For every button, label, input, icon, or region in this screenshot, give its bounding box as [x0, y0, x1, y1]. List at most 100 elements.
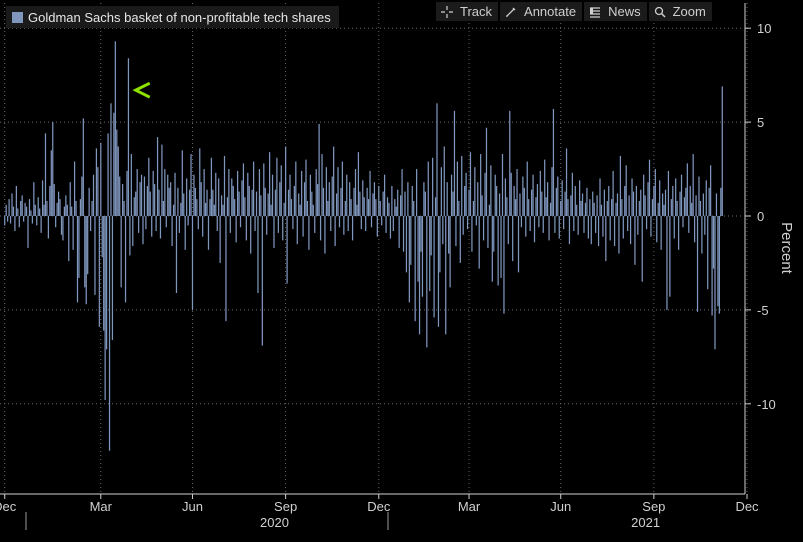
bar: [73, 161, 76, 216]
bar: [469, 152, 472, 216]
bar: [656, 216, 658, 243]
bar: [359, 191, 361, 216]
bar: [541, 191, 543, 216]
bar: [63, 206, 66, 216]
bar: [151, 216, 153, 237]
bar: [659, 180, 661, 216]
news-button[interactable]: News: [584, 2, 647, 21]
bar: [37, 197, 39, 216]
bar: [568, 216, 571, 245]
bar: [676, 200, 678, 216]
bar: [193, 174, 195, 216]
bar: [574, 185, 576, 216]
bar: [120, 216, 122, 288]
bar: [449, 216, 451, 288]
bar: [191, 216, 194, 310]
bar: [76, 216, 79, 303]
bar: [167, 174, 169, 216]
bar: [407, 182, 409, 216]
x-tick-label: Mar: [90, 499, 113, 514]
bar: [516, 169, 518, 216]
bar: [628, 195, 630, 216]
bar: [8, 199, 10, 216]
bar: [123, 200, 125, 216]
bar: [299, 204, 301, 216]
bar: [138, 216, 140, 233]
bar: [337, 167, 339, 216]
bar: [683, 197, 686, 216]
bar: [334, 216, 336, 247]
bar: [555, 187, 557, 216]
bar: [209, 199, 211, 216]
bar: [490, 165, 492, 216]
bar: [692, 154, 694, 216]
bar: [62, 216, 64, 241]
bar: [397, 189, 399, 216]
bar: [526, 161, 528, 216]
bar: [570, 195, 572, 216]
bar: [587, 216, 589, 239]
bar: [282, 216, 284, 241]
bar: [308, 216, 310, 250]
bar: [714, 216, 716, 350]
bar: [215, 172, 217, 216]
bar: [197, 216, 199, 230]
bar: [542, 216, 544, 233]
bar: [573, 216, 575, 232]
bar: [143, 176, 146, 216]
bar: [577, 216, 579, 235]
bar: [103, 216, 105, 331]
bar: [482, 216, 485, 241]
bar: [263, 163, 265, 216]
bar: [637, 216, 639, 235]
bar: [480, 154, 482, 216]
bar: [696, 216, 699, 312]
bar: [360, 216, 362, 230]
bar: [414, 216, 416, 322]
zoom-button[interactable]: Zoom: [648, 2, 712, 21]
bar: [333, 146, 335, 216]
bar: [365, 216, 367, 232]
bar: [691, 202, 693, 216]
bar: [523, 187, 525, 216]
bar: [111, 216, 114, 340]
bar: [324, 216, 326, 254]
bar: [24, 202, 26, 216]
bar: [78, 216, 80, 278]
x-tick-label: Jun: [550, 499, 571, 514]
bar: [432, 157, 434, 216]
bar: [609, 216, 611, 241]
bar: [139, 182, 141, 216]
bar: [424, 191, 426, 216]
bar: [271, 174, 274, 216]
bar: [666, 216, 668, 310]
bar: [107, 133, 109, 216]
bar: [250, 216, 252, 254]
bar: [258, 169, 261, 216]
bar: [615, 202, 617, 216]
bar: [132, 216, 134, 247]
bar: [466, 216, 469, 230]
bar: [571, 172, 573, 216]
bar: [418, 216, 421, 335]
bar: [178, 216, 181, 233]
bar: [705, 180, 707, 216]
x-tick-label: Sep: [274, 499, 297, 514]
bar: [402, 216, 405, 252]
bar: [427, 161, 429, 216]
bar: [251, 189, 253, 216]
annotate-button[interactable]: Annotate: [500, 2, 583, 21]
chart-toolbar: Track Annotate News Zoom: [436, 2, 712, 21]
bar: [481, 195, 483, 216]
bar: [229, 216, 231, 233]
bar: [318, 123, 320, 216]
bar: [686, 163, 688, 216]
bar: [207, 216, 210, 250]
bar: [718, 216, 720, 314]
bar: [509, 110, 511, 216]
bar: [717, 216, 719, 307]
track-button[interactable]: Track: [436, 2, 499, 21]
bar: [504, 178, 507, 216]
bar: [247, 172, 249, 216]
bar: [60, 216, 63, 235]
